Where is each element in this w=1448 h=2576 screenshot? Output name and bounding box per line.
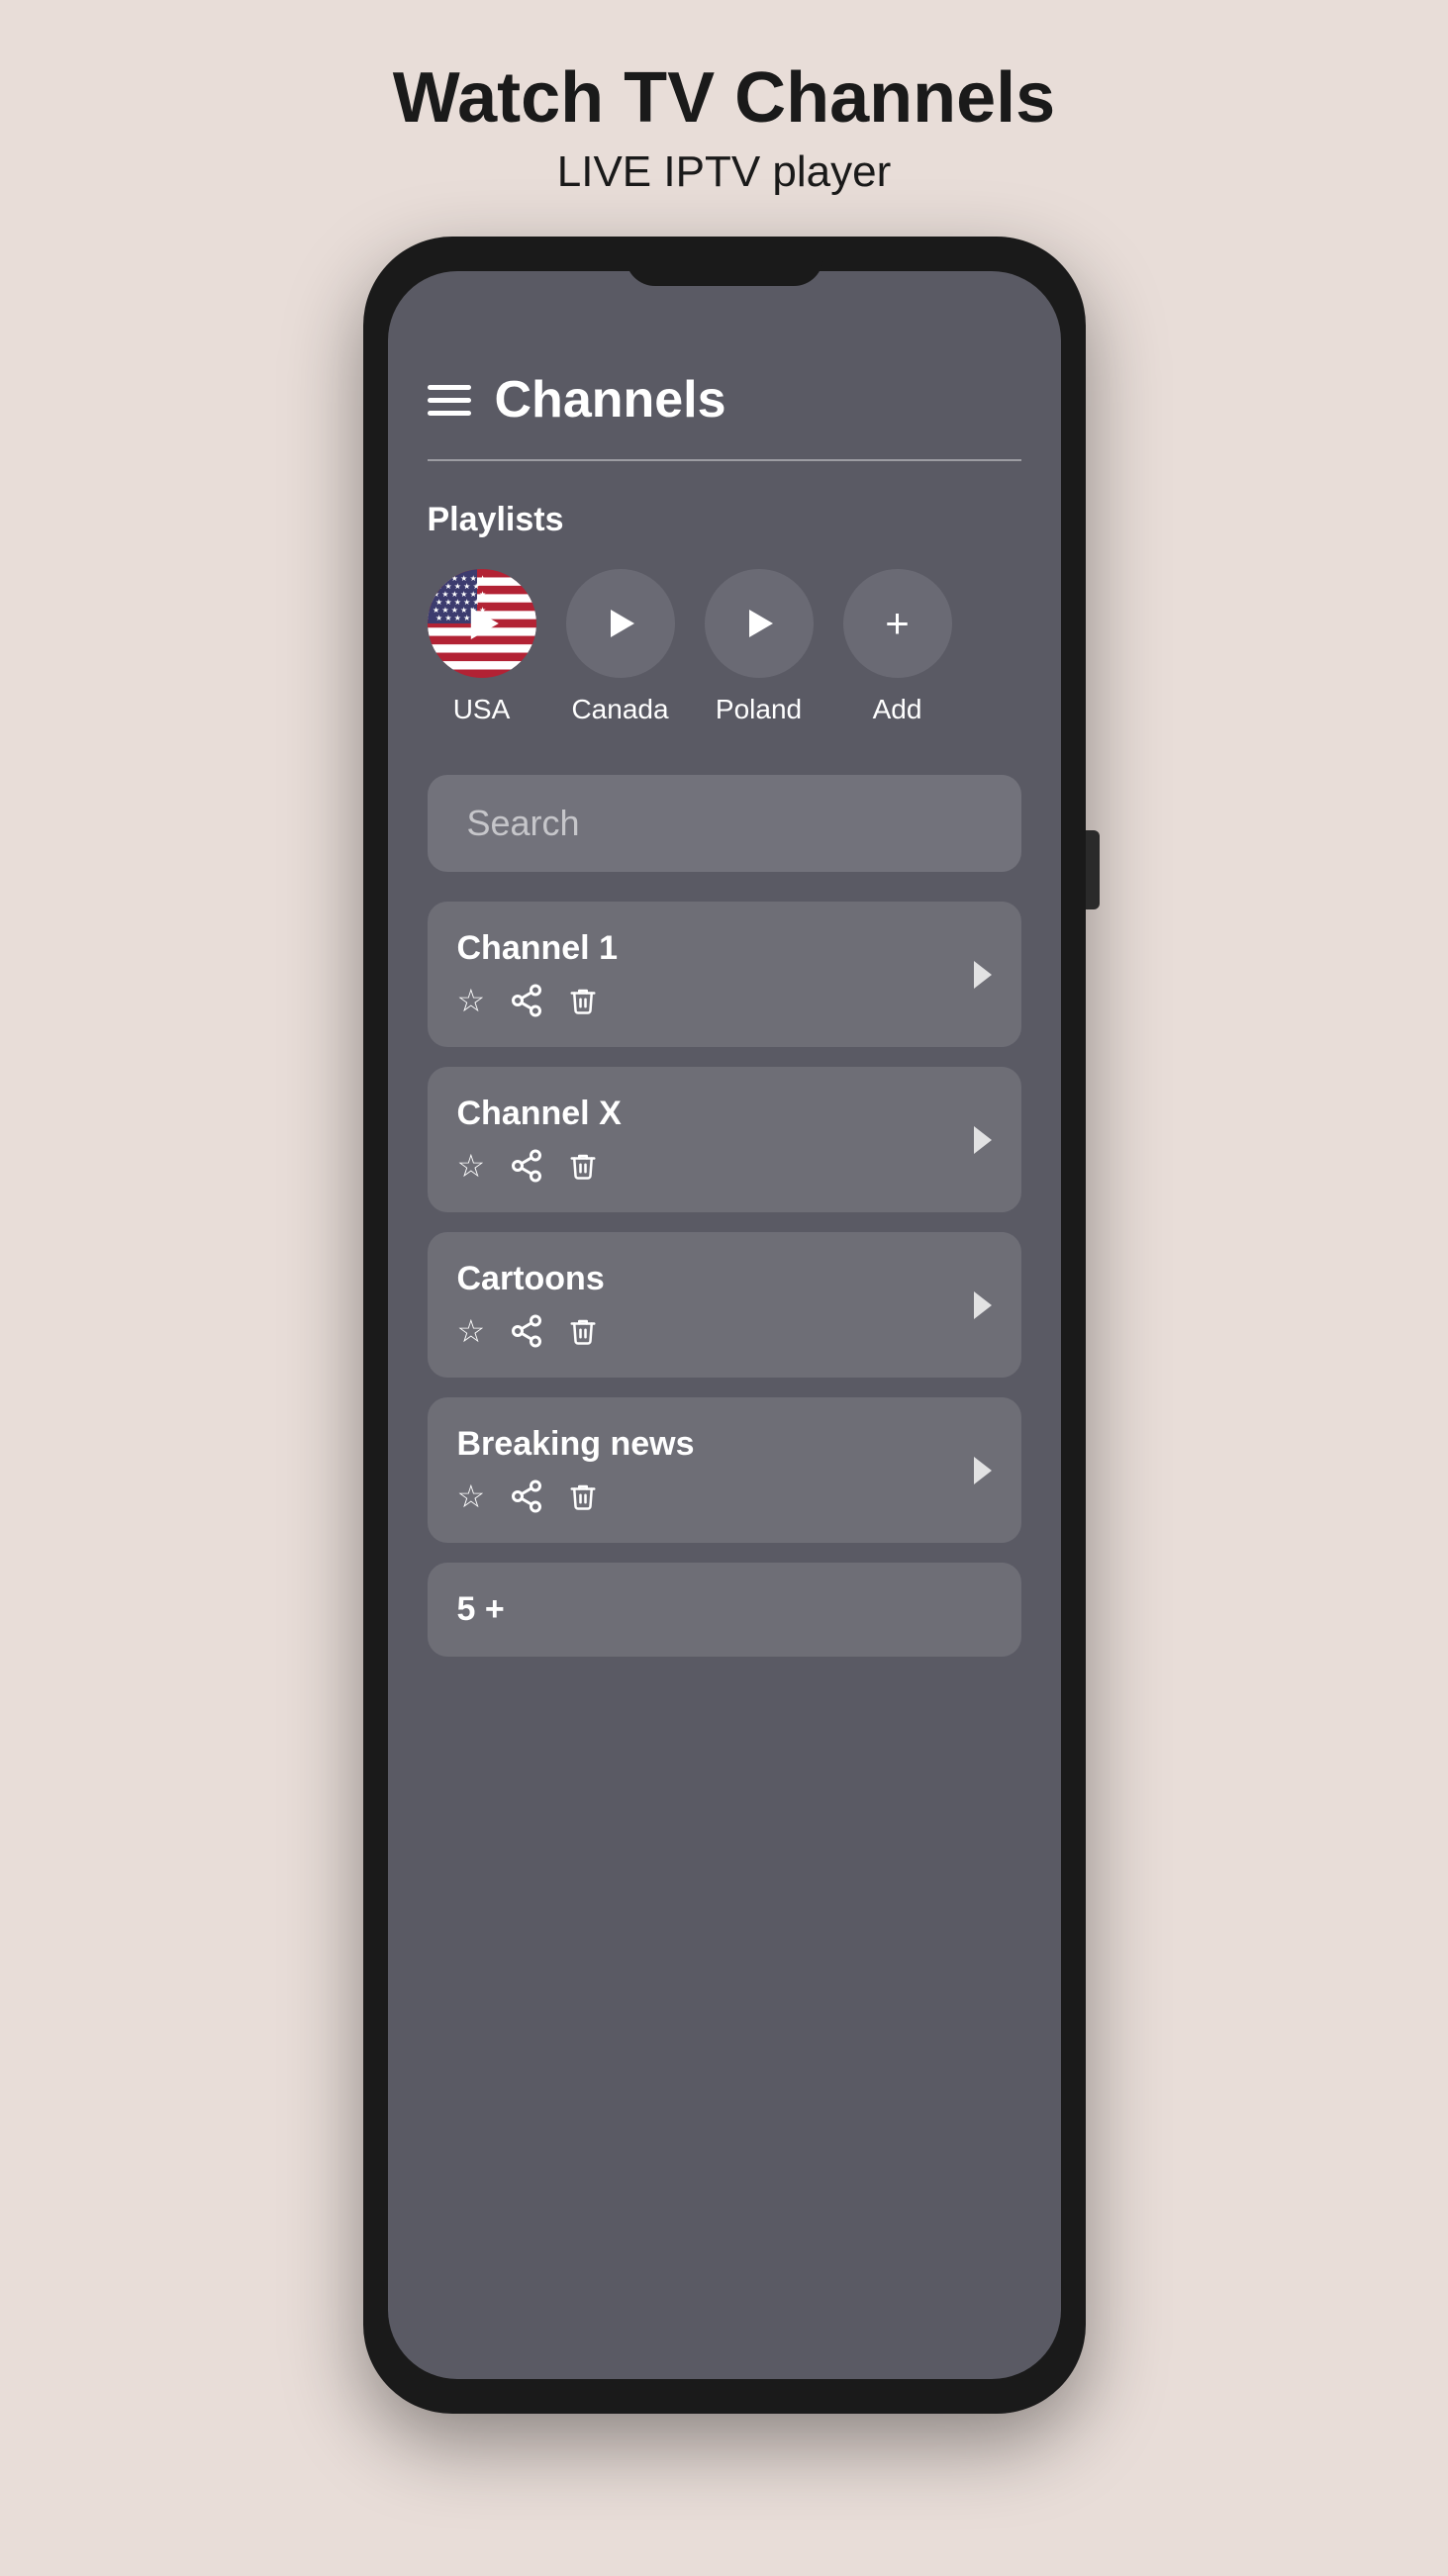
cartoons-info: Cartoons ☆ bbox=[457, 1260, 964, 1350]
playlist-item-usa[interactable]: ★ ★ ★ ★ ★ ★ ★ ★ ★ ★ ★ ★ ★ ★ ★ ★ ★ ★ ★ ★ … bbox=[428, 569, 536, 725]
channel-1-name: Channel 1 bbox=[457, 929, 964, 968]
poland-circle bbox=[705, 569, 814, 678]
channel-item-x[interactable]: Channel X ☆ bbox=[428, 1067, 1021, 1212]
breaking-news-name: Breaking news bbox=[457, 1425, 964, 1464]
channel-1-share-icon[interactable] bbox=[509, 983, 544, 1018]
playlist-item-canada[interactable]: Canada bbox=[566, 569, 675, 725]
channel-item-breaking-news[interactable]: Breaking news ☆ bbox=[428, 1397, 1021, 1543]
channel-x-share-icon[interactable] bbox=[509, 1148, 544, 1184]
page-title: Watch TV Channels bbox=[393, 59, 1055, 138]
channel-x-delete-icon[interactable] bbox=[568, 1148, 598, 1184]
breaking-news-favorite-icon[interactable]: ☆ bbox=[457, 1478, 486, 1515]
channel-1-info: Channel 1 ☆ bbox=[457, 929, 964, 1019]
channel-1-actions: ☆ bbox=[457, 982, 964, 1019]
playlists-label: Playlists bbox=[428, 501, 1021, 539]
breaking-news-chevron bbox=[974, 1457, 992, 1484]
poland-play-icon bbox=[749, 610, 773, 637]
add-label: Add bbox=[873, 694, 922, 725]
search-input[interactable] bbox=[467, 803, 982, 844]
breaking-news-actions: ☆ bbox=[457, 1478, 964, 1515]
cartoons-actions: ☆ bbox=[457, 1312, 964, 1350]
channel-x-favorite-icon[interactable]: ☆ bbox=[457, 1147, 486, 1185]
channel-1-delete-icon[interactable] bbox=[568, 983, 598, 1018]
usa-flag-circle: ★ ★ ★ ★ ★ ★ ★ ★ ★ ★ ★ ★ ★ ★ ★ ★ ★ ★ ★ ★ … bbox=[428, 569, 536, 678]
phone-screen: Channels Playlists bbox=[388, 271, 1061, 2379]
more-channels-text: 5 + bbox=[457, 1590, 505, 1629]
playlist-item-poland[interactable]: Poland bbox=[705, 569, 814, 725]
channel-1-chevron bbox=[974, 961, 992, 989]
breaking-news-delete-icon[interactable] bbox=[568, 1479, 598, 1514]
playlists-row: ★ ★ ★ ★ ★ ★ ★ ★ ★ ★ ★ ★ ★ ★ ★ ★ ★ ★ ★ ★ … bbox=[428, 569, 1021, 725]
phone-notch bbox=[626, 237, 823, 286]
hamburger-line-1 bbox=[428, 385, 471, 390]
channel-item-1[interactable]: Channel 1 ☆ bbox=[428, 902, 1021, 1047]
add-plus-icon: + bbox=[885, 603, 910, 644]
playlist-item-add[interactable]: + Add bbox=[843, 569, 952, 725]
breaking-news-info: Breaking news ☆ bbox=[457, 1425, 964, 1515]
cartoons-name: Cartoons bbox=[457, 1260, 964, 1298]
usa-play-icon bbox=[470, 608, 498, 639]
more-channels-item[interactable]: 5 + bbox=[428, 1563, 1021, 1657]
hamburger-line-2 bbox=[428, 398, 471, 403]
side-button bbox=[1086, 830, 1100, 909]
add-circle: + bbox=[843, 569, 952, 678]
hamburger-line-3 bbox=[428, 411, 471, 416]
channel-1-favorite-icon[interactable]: ☆ bbox=[457, 982, 486, 1019]
app-header: Channels bbox=[428, 370, 1021, 429]
breaking-news-share-icon[interactable] bbox=[509, 1479, 544, 1514]
page-header: Watch TV Channels LIVE IPTV player bbox=[393, 0, 1055, 237]
app-screen-title: Channels bbox=[495, 370, 726, 429]
cartoons-delete-icon[interactable] bbox=[568, 1313, 598, 1349]
page-subtitle: LIVE IPTV player bbox=[393, 147, 1055, 197]
menu-button[interactable] bbox=[428, 385, 471, 416]
channel-x-name: Channel X bbox=[457, 1095, 964, 1133]
channel-x-info: Channel X ☆ bbox=[457, 1095, 964, 1185]
channel-x-chevron bbox=[974, 1126, 992, 1154]
usa-label: USA bbox=[453, 694, 511, 725]
cartoons-chevron bbox=[974, 1291, 992, 1319]
phone-shell: Channels Playlists bbox=[363, 237, 1086, 2414]
poland-label: Poland bbox=[716, 694, 802, 725]
canada-circle bbox=[566, 569, 675, 678]
channel-x-actions: ☆ bbox=[457, 1147, 964, 1185]
app-content: Channels Playlists bbox=[388, 271, 1061, 2379]
channel-item-cartoons[interactable]: Cartoons ☆ bbox=[428, 1232, 1021, 1378]
cartoons-favorite-icon[interactable]: ☆ bbox=[457, 1312, 486, 1350]
cartoons-share-icon[interactable] bbox=[509, 1313, 544, 1349]
header-divider bbox=[428, 459, 1021, 461]
canada-play-icon bbox=[611, 610, 634, 637]
canada-label: Canada bbox=[571, 694, 668, 725]
search-container[interactable] bbox=[428, 775, 1021, 872]
